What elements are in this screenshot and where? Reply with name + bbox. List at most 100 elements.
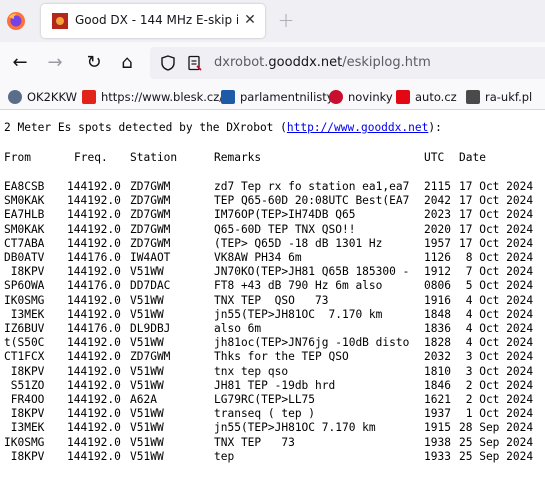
cell-remarks: IM76OP(TEP>IH74DB Q65 — [214, 208, 356, 222]
parlament-logo-icon — [221, 90, 235, 104]
cell-station: ZD7GWM — [130, 180, 171, 193]
cell-from: SM0KAK — [4, 222, 45, 236]
cell-remarks: JN70KO(TEP>JH81 Q65B 185300 - — [214, 265, 410, 279]
cell-from: I8KPV — [4, 364, 45, 378]
cell-utc: 2023 — [424, 208, 451, 222]
cell-remarks: TNX TEP QSO 73 — [214, 293, 329, 307]
url-domain-prefix: dxrobot. — [214, 55, 269, 70]
cell-utc: 2042 — [424, 194, 451, 208]
cell-freq: 144192.0 — [67, 393, 121, 406]
cell-remarks: jn55(TEP>JH81OC 7.170 km — [214, 421, 376, 435]
cell-freq: 144192.0 — [67, 208, 121, 222]
cell-date: 7 Oct 2024 — [459, 265, 534, 279]
firefox-icon[interactable] — [6, 11, 26, 31]
table-row: I8KPV 144192.0 V51WW transeq ( tep ) 1937 1 … — [4, 407, 545, 421]
page-content: 2 Meter Es spots detected by the DXrobot… — [4, 118, 545, 481]
home-button[interactable]: ⌂ — [115, 51, 139, 75]
tab-title: Good DX - 144 MHz E-skip in Europe — [75, 13, 238, 27]
bookmark-label: parlamentnilisty — [240, 90, 334, 104]
table-row: IK0SMG 144192.0 V51WW TNX TEP 73 1938 25 Sep … — [4, 436, 545, 450]
table-row: IK0SMG 144192.0 V51WW TNX TEP QSO 73 1916 4 … — [4, 294, 545, 308]
cell-from: I8KPV — [4, 407, 45, 421]
cell-from: IK0SMG — [4, 435, 45, 449]
cell-station: V51WW — [130, 421, 164, 435]
cell-station: V51WW — [130, 293, 164, 307]
bookmark-ra-ukf[interactable]: ra-ukf.pl — [466, 88, 532, 106]
close-tab-icon[interactable]: ✕ — [241, 11, 259, 29]
bookmark-novinky[interactable]: novinky — [329, 88, 393, 106]
cell-station: DD7DAC — [130, 279, 171, 293]
cell-station: V51WW — [130, 307, 164, 321]
table-row: SM0KAK 144192.0 ZD7GWM TEP Q65-60D 20:08UTC… — [4, 194, 545, 208]
cell-freq: 144192.0 — [67, 293, 121, 307]
cell-station: ZD7GWM — [130, 208, 171, 222]
bookmark-blesk[interactable]: https://www.blesk.cz/ — [82, 88, 223, 106]
url-text[interactable]: dxrobot.gooddx.net/eskiplog.htm — [214, 55, 431, 70]
cell-date: 2 Oct 2024 — [459, 393, 534, 406]
cell-date: 17 Oct 2024 — [459, 208, 534, 222]
cell-station: V51WW — [130, 449, 164, 463]
url-domain-main: gooddx.net — [268, 55, 343, 70]
cell-remarks: VK8AW PH34 6m — [214, 251, 302, 264]
cell-freq: 144192.0 — [67, 336, 121, 350]
cell-station: ZD7GWM — [130, 194, 171, 208]
cell-date: 4 Oct 2024 — [459, 293, 534, 307]
cell-utc: 1621 — [424, 393, 451, 406]
cell-date: 17 Oct 2024 — [459, 180, 534, 193]
bookmark-label: auto.cz — [415, 90, 457, 104]
table-row: I8KPV 144192.0 V51WW tnx tep qso 1810 3 Oct … — [4, 365, 545, 379]
cell-remarks: jh81oc(TEP>JN76jg -10dB disto — [214, 336, 410, 350]
cell-utc: 1126 — [424, 251, 451, 264]
cell-remarks: Thks for the TEP QSO — [214, 350, 349, 364]
cell-date: 17 Oct 2024 — [459, 194, 534, 208]
url-path: /eskiplog.htm — [342, 55, 431, 70]
cell-remarks: TEP Q65-60D 20:08UTC Best(EA7 — [214, 194, 410, 208]
cell-date: 25 Sep 2024 — [459, 435, 534, 449]
cell-freq: 144192.0 — [67, 194, 121, 208]
bookmark-ok2kkw[interactable]: OK2KKW — [8, 88, 77, 106]
bookmark-auto[interactable]: auto.cz — [396, 88, 457, 106]
ra-logo-icon — [466, 90, 480, 104]
reload-button[interactable]: ↻ — [82, 51, 106, 75]
intro-end: ): — [428, 121, 442, 134]
cell-date: 1 Oct 2024 — [459, 407, 534, 421]
shield-icon[interactable] — [160, 55, 176, 71]
table-row: DB0ATV 144176.0 IW4AOT VK8AW PH34 6m 1126 8 … — [4, 251, 545, 265]
cell-freq: 144192.0 — [67, 449, 121, 463]
cell-utc: 2020 — [424, 222, 451, 236]
cell-station: V51WW — [130, 378, 164, 392]
cell-utc: 1937 — [424, 407, 451, 421]
table-row: SP6OWA 144176.0 DD7DAC FT8 +43 dB 790 Hz 6m… — [4, 279, 545, 293]
table-row: I3MEK 144192.0 V51WW jn55(TEP>JH81OC 7.170 … — [4, 421, 545, 435]
cell-from: EA7HLB — [4, 208, 45, 222]
cell-from: SM0KAK — [4, 194, 45, 208]
url-bar[interactable]: dxrobot.gooddx.net/eskiplog.htm — [150, 47, 545, 79]
cell-utc: 2115 — [424, 180, 451, 193]
cell-freq: 144192.0 — [67, 435, 121, 449]
cell-remarks: tnx tep qso — [214, 364, 289, 378]
cell-remarks: transeq ( tep ) — [214, 407, 316, 421]
cell-freq: 144192.0 — [67, 265, 121, 279]
cell-utc: 1836 — [424, 322, 451, 335]
cell-station: IW4AOT — [130, 251, 171, 264]
back-button[interactable]: ← — [8, 51, 32, 75]
forward-button[interactable]: → — [43, 51, 67, 75]
cell-remarks: tep — [214, 449, 235, 463]
page-info-icon[interactable] — [186, 55, 202, 71]
cell-remarks: jn55(TEP>JH81OC 7.170 km — [214, 307, 383, 321]
cell-remarks: also 6m — [214, 322, 262, 335]
bookmark-parlamentnilisty[interactable]: parlamentnilisty — [221, 88, 334, 106]
tab-active[interactable]: Good DX - 144 MHz E-skip in Europe ✕ — [41, 4, 265, 38]
cell-utc: 1933 — [424, 449, 451, 463]
cell-from: DB0ATV — [4, 251, 45, 264]
cell-utc: 1957 — [424, 236, 451, 250]
gooddx-link[interactable]: http://www.gooddx.net — [287, 121, 428, 134]
cell-from: I3MEK — [4, 421, 45, 435]
cell-from: SP6OWA — [4, 279, 45, 293]
blesk-logo-icon — [82, 90, 96, 104]
table-row: CT1FCX 144192.0 ZD7GWM Thks for the TEP QSO… — [4, 350, 545, 364]
cell-utc: 1828 — [424, 336, 451, 350]
new-tab-icon[interactable]: + — [276, 10, 296, 30]
intro-text: 2 Meter Es spots detected by the DXrobot… — [4, 121, 287, 134]
table-row: EA8CSB 144192.0 ZD7GWM zd7 Tep rx fo statio… — [4, 180, 545, 194]
